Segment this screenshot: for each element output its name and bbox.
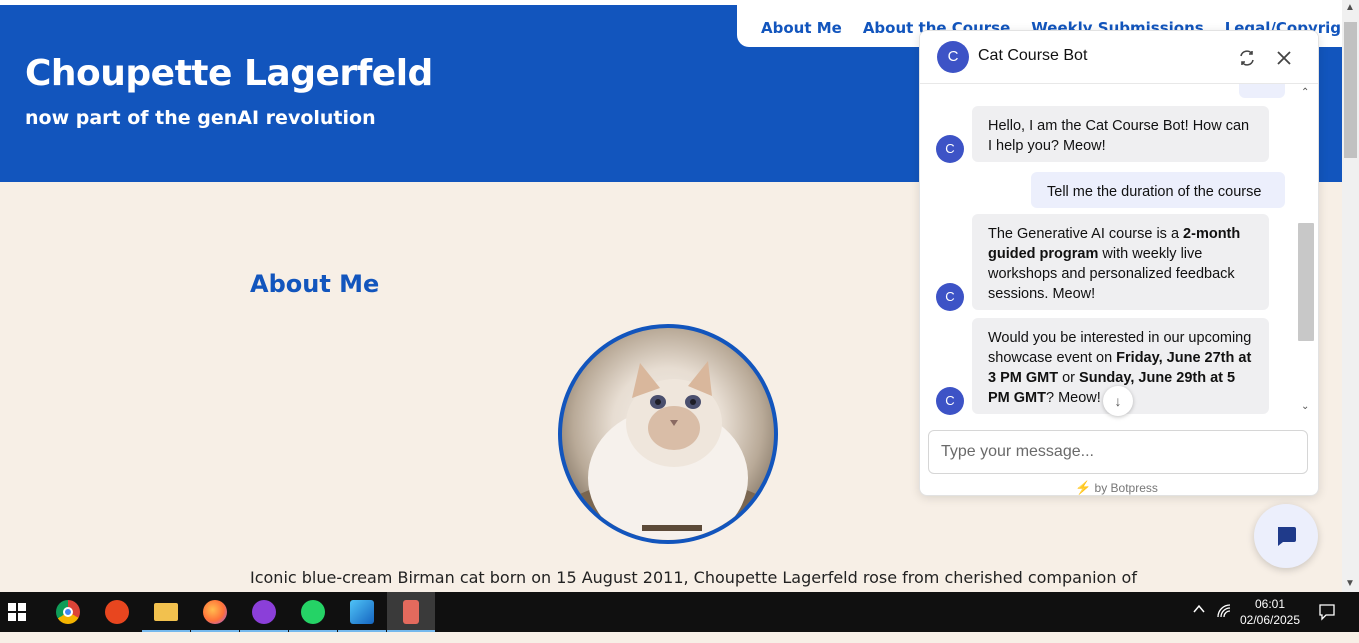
chat-message-list[interactable]: Hello, I am the Cat Course Bot! How can …: [920, 84, 1318, 418]
user-message-1: Tell me the duration of the course: [1031, 172, 1285, 208]
clock-time: 06:01: [1254, 597, 1286, 611]
page-scrollbar[interactable]: ▲ ▼: [1342, 0, 1359, 592]
bot-avatar: C: [937, 41, 969, 73]
section-heading: About Me: [250, 270, 380, 298]
taskbar-whatsapp-icon[interactable]: [289, 592, 337, 632]
windows-start-icon[interactable]: [8, 603, 26, 621]
bot-message-2: The Generative AI course is a 2-month gu…: [972, 214, 1269, 310]
previous-user-bubble-edge: [1239, 84, 1285, 98]
network-icon[interactable]: [1216, 603, 1232, 643]
restart-conversation-button[interactable]: [1233, 43, 1261, 71]
chat-toggle-button[interactable]: [1254, 504, 1318, 568]
lightning-icon: ⚡: [1075, 480, 1092, 495]
bot-message-2-text-a: The Generative AI course is a: [988, 226, 1184, 242]
notifications-icon[interactable]: [1318, 603, 1336, 643]
page-scrollbar-thumb[interactable]: [1344, 22, 1357, 158]
chat-bubble-icon: [1278, 527, 1296, 546]
show-hidden-icons-chevron-icon[interactable]: [1192, 602, 1206, 642]
chat-scrollbar[interactable]: ⌃ ⌄: [1297, 87, 1314, 415]
taskbar-firefox-icon[interactable]: [191, 592, 239, 632]
cat-illustration: [562, 361, 774, 540]
message-avatar: C: [936, 283, 964, 311]
site-title: Choupette Lagerfeld: [25, 53, 433, 94]
scroll-up-arrow-icon[interactable]: ▲: [1345, 2, 1355, 13]
chat-scroll-down-icon[interactable]: ⌄: [1301, 401, 1309, 412]
bot-message-1-text: Hello, I am the Cat Course Bot! How can …: [988, 118, 1250, 154]
clock-date: 02/06/2025: [1239, 613, 1301, 627]
powered-by-label: by Botpress: [1094, 481, 1158, 495]
nav-link-about-me[interactable]: About Me: [761, 19, 842, 47]
taskbar-active-app-icon[interactable]: [387, 592, 435, 632]
chat-widget: C Cat Course Bot Hello, I am the Cat Cou…: [919, 30, 1319, 496]
close-icon: [1277, 51, 1291, 65]
message-avatar: C: [936, 135, 964, 163]
close-chat-button[interactable]: [1270, 43, 1298, 71]
bot-message-3-text-c: ? Meow!: [1046, 390, 1101, 406]
taskbar: 06:01 02/06/2025: [0, 592, 1359, 632]
powered-by[interactable]: ⚡ by Botpress: [1075, 480, 1158, 495]
taskbar-purple-app-icon[interactable]: [240, 592, 288, 632]
message-avatar: C: [936, 387, 964, 415]
chat-title: Cat Course Bot: [978, 47, 1088, 64]
bot-message-1: Hello, I am the Cat Course Bot! How can …: [972, 106, 1269, 162]
scroll-to-bottom-button[interactable]: ↓: [1103, 386, 1133, 416]
bot-message-3-text-b: or: [1058, 370, 1080, 386]
refresh-icon: [1240, 50, 1254, 66]
taskbar-chrome-icon[interactable]: [44, 592, 92, 632]
taskbar-red-app-icon[interactable]: [93, 592, 141, 632]
arrow-down-icon: ↓: [1114, 393, 1122, 409]
site-subtitle: now part of the genAI revolution: [25, 107, 376, 129]
taskbar-file-explorer-icon[interactable]: [142, 592, 190, 632]
system-clock[interactable]: 06:01 02/06/2025: [1238, 596, 1302, 628]
profile-photo: [558, 324, 778, 544]
chat-scroll-up-icon[interactable]: ⌃: [1301, 87, 1309, 98]
chat-message-input[interactable]: [928, 430, 1308, 474]
scroll-down-arrow-icon[interactable]: ▼: [1345, 578, 1355, 589]
taskbar-photos-icon[interactable]: [338, 592, 386, 632]
user-message-1-text: Tell me the duration of the course: [1047, 184, 1262, 200]
chat-scrollbar-thumb[interactable]: [1298, 223, 1314, 341]
bio-text: Iconic blue-cream Birman cat born on 15 …: [250, 568, 1137, 587]
chat-header: C Cat Course Bot: [920, 31, 1318, 84]
